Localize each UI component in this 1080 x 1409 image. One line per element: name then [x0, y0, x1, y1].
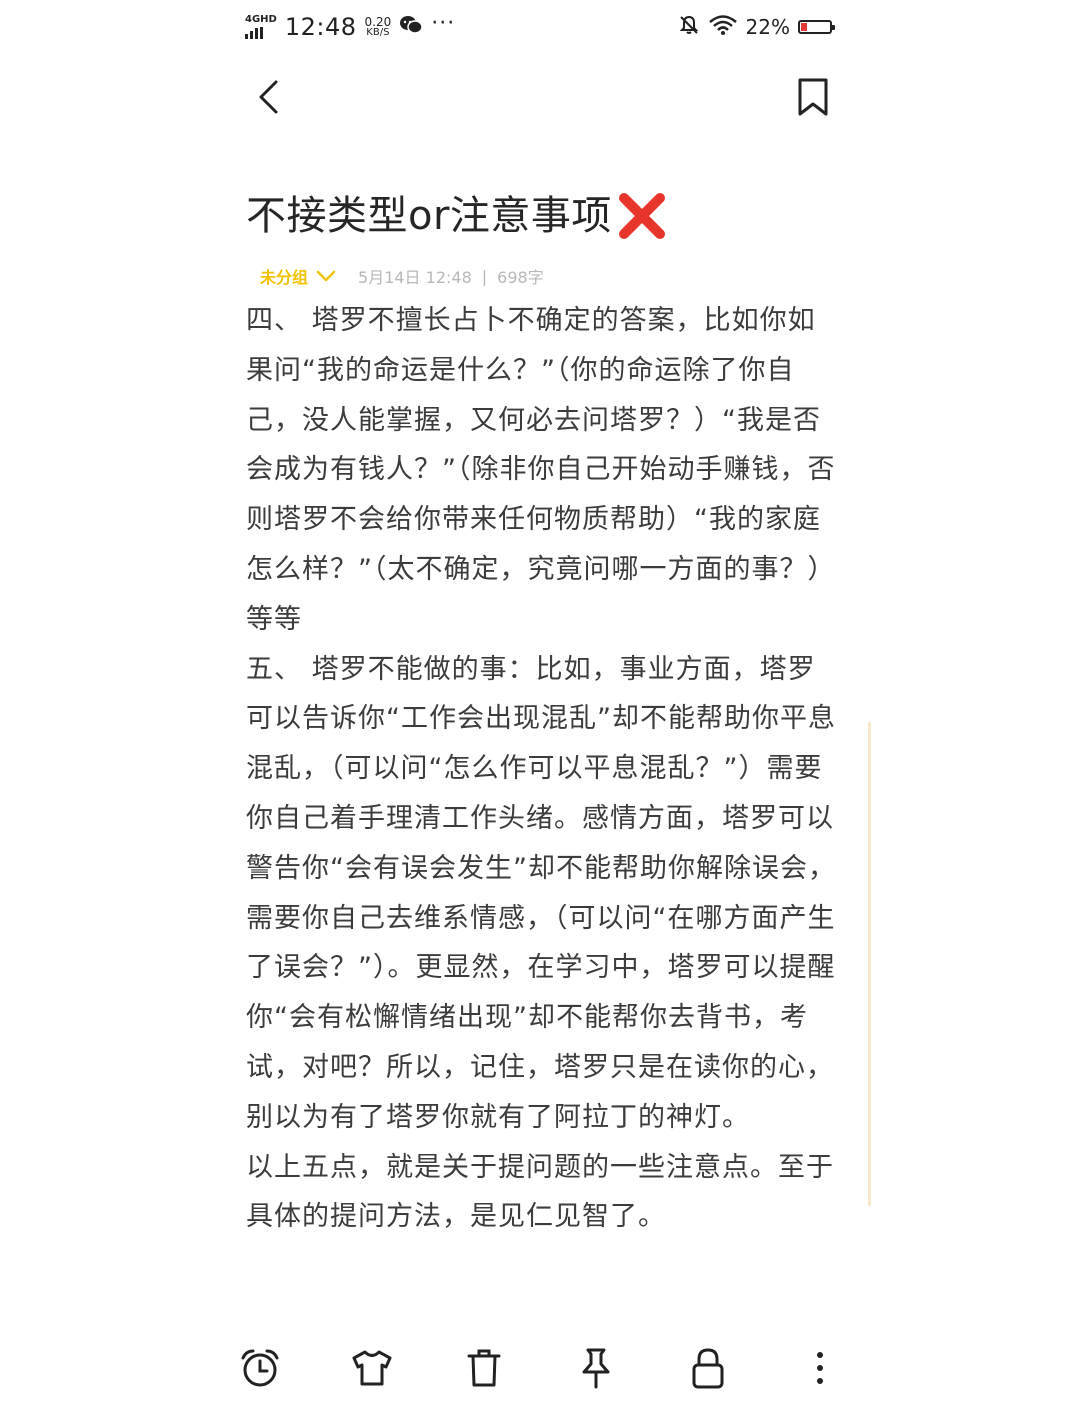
- more-notifications-icon: ···: [431, 10, 456, 36]
- status-left: 4GHD 12:48 0.20 KB/S ···: [245, 10, 456, 41]
- note-date: 5月14日 12:48: [358, 268, 472, 287]
- lock-icon: [692, 1348, 724, 1389]
- status-right: 22%: [678, 14, 835, 40]
- note-title[interactable]: 不接类型or注意事项: [246, 186, 846, 246]
- note-body[interactable]: 四、 塔罗不擅长占卜不确定的答案，比如你如果问“我的命运是什么？”（你的命运除了…: [246, 296, 840, 1242]
- note-title-text: 不接类型or注意事项: [246, 193, 612, 239]
- network-speed: 0.20 KB/S: [365, 16, 392, 38]
- paragraph-summary: 以上五点，就是关于提问题的一些注意点。至于具体的提问方法，是见仁见智了。: [246, 1151, 834, 1233]
- bookmark-button[interactable]: [790, 72, 836, 122]
- lock-button[interactable]: [676, 1340, 740, 1396]
- signal-icon: [245, 27, 263, 39]
- bottom-toolbar: [228, 1340, 852, 1396]
- theme-button[interactable]: [340, 1340, 404, 1396]
- status-bar: 4GHD 12:48 0.20 KB/S ··· 22%: [245, 8, 835, 46]
- network-indicator: 4GHD: [245, 15, 277, 39]
- note-meta: 未分组 5月14日 12:48 | 698字: [260, 262, 544, 290]
- scrollbar[interactable]: [868, 722, 871, 1206]
- tshirt-icon: [352, 1350, 392, 1386]
- group-selector[interactable]: 未分组: [260, 264, 308, 288]
- more-vertical-icon: [817, 1352, 823, 1384]
- pin-button[interactable]: [564, 1340, 628, 1396]
- wifi-icon: [708, 14, 738, 40]
- word-count: 698字: [497, 268, 544, 287]
- paragraph-4: 四、 塔罗不擅长占卜不确定的答案，比如你如果问“我的命运是什么？”（你的命运除了…: [246, 305, 836, 635]
- battery-fill: [801, 23, 807, 31]
- battery-percent: 22%: [745, 15, 790, 39]
- reminder-button[interactable]: [228, 1340, 292, 1396]
- chevron-left-icon: [259, 80, 278, 114]
- delete-button[interactable]: [452, 1340, 516, 1396]
- battery-icon: [798, 20, 835, 34]
- more-button[interactable]: [788, 1340, 852, 1396]
- back-button[interactable]: [248, 72, 288, 122]
- network-type: 4GHD: [245, 14, 277, 25]
- bookmark-icon: [798, 78, 828, 116]
- network-speed-unit: KB/S: [366, 27, 390, 38]
- chevron-down-icon[interactable]: [316, 269, 336, 283]
- paragraph-5: 五、 塔罗不能做的事：比如，事业方面，塔罗可以告诉你“工作会出现混乱”却不能帮助…: [246, 653, 836, 1133]
- cross-mark-icon: [616, 190, 668, 242]
- pin-icon: [582, 1348, 610, 1389]
- chat-app-icon: [399, 14, 423, 40]
- trash-icon: [467, 1349, 501, 1387]
- alarm-clock-icon: [241, 1349, 279, 1387]
- meta-separator: |: [481, 266, 488, 286]
- status-time: 12:48: [284, 13, 357, 41]
- mute-icon: [678, 14, 700, 40]
